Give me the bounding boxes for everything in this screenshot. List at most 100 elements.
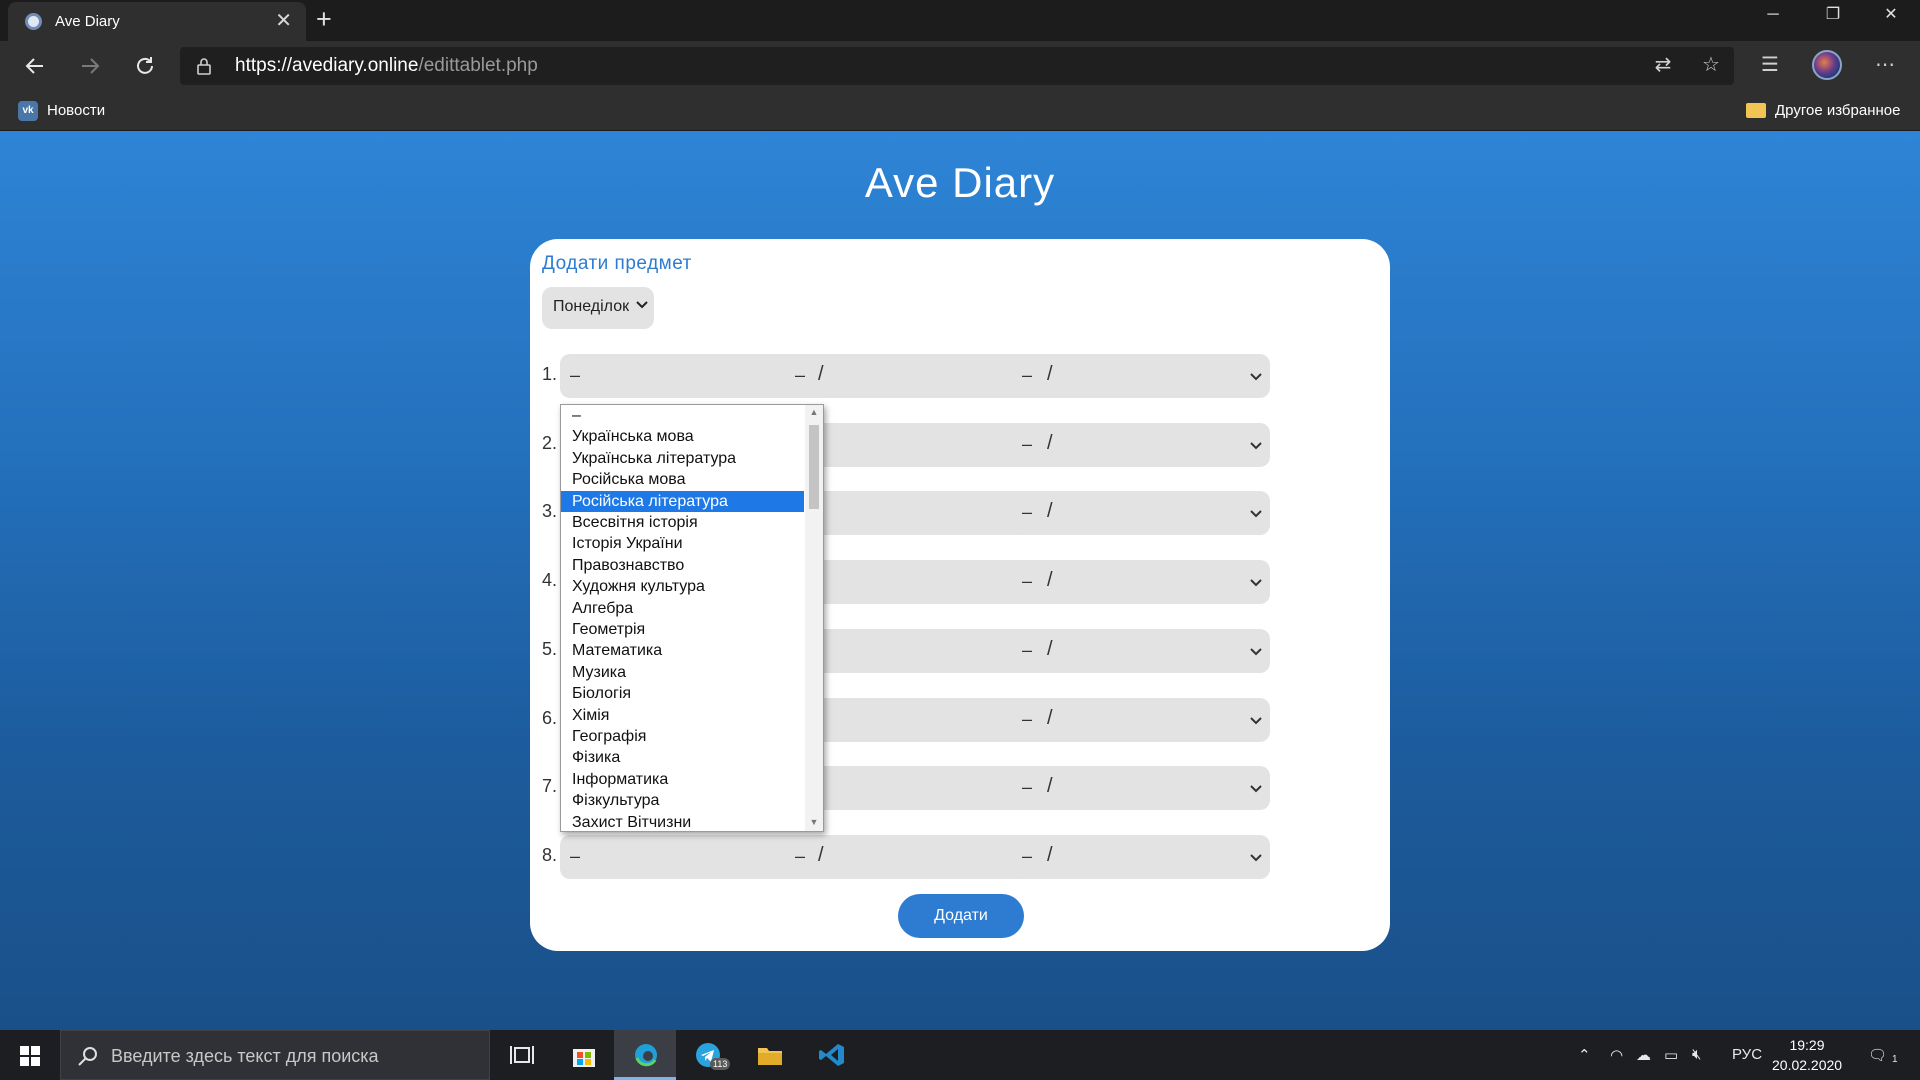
minimize-button[interactable]: ─ xyxy=(1744,0,1802,30)
lock-icon xyxy=(197,58,211,75)
dropdown-option[interactable]: Геометрія xyxy=(561,619,804,640)
browser-tab[interactable]: Ave Diary ✕ xyxy=(8,2,306,41)
favorites-list-icon[interactable]: ☰ xyxy=(1755,53,1785,77)
profile-avatar[interactable] xyxy=(1812,50,1842,80)
telegram-app-button[interactable]: 113 xyxy=(676,1030,738,1080)
restore-button[interactable]: ❐ xyxy=(1804,0,1862,30)
notifications-icon[interactable]: 🗨︎ xyxy=(1868,1046,1887,1064)
dropdown-option[interactable]: Музика xyxy=(561,662,804,683)
favorite-star-icon[interactable]: ☆ xyxy=(1696,53,1726,77)
slash-separator: / xyxy=(1047,775,1053,798)
telegram-badge: 113 xyxy=(710,1058,731,1070)
taskbar-search-box[interactable]: Введите здесь текст для поиска xyxy=(60,1030,490,1080)
chevron-down-icon xyxy=(1250,373,1262,381)
tab-close-icon[interactable]: ✕ xyxy=(275,9,292,33)
vscode-app-button[interactable] xyxy=(800,1030,862,1080)
day-select-value: Понеділок xyxy=(553,298,630,315)
add-button[interactable]: Додати xyxy=(898,894,1024,938)
slash-separator: / xyxy=(818,843,824,866)
chevron-down-icon xyxy=(1250,579,1262,587)
url-path: /edittablet.php xyxy=(418,55,538,76)
subject-dropdown-list[interactable]: – Українська мова Українська література Рос… xyxy=(560,404,824,832)
volume-muted-icon[interactable]: 🔇︎ xyxy=(1692,1046,1701,1063)
slash-separator: / xyxy=(1047,363,1053,385)
other-bookmarks[interactable]: Другое избранное xyxy=(1775,102,1900,119)
battery-icon[interactable]: ▭ xyxy=(1664,1046,1678,1064)
chevron-down-icon xyxy=(1250,785,1262,793)
windows-taskbar: Введите здесь текст для поиска 113 ⌃ ◠ ☁… xyxy=(0,1030,1920,1080)
clock-date: 20.02.2020 xyxy=(1772,1057,1843,1073)
browser-title-bar: Ave Diary ✕ + ─ ❐ ✕ xyxy=(0,0,1920,41)
dropdown-option[interactable]: Правознавство xyxy=(561,555,804,576)
notification-count: 1 xyxy=(1892,1054,1898,1065)
wifi-icon[interactable]: ◠ xyxy=(1610,1046,1623,1064)
dropdown-option[interactable]: Хімія xyxy=(561,705,804,726)
chevron-down-icon xyxy=(1250,441,1262,450)
tab-title: Ave Diary xyxy=(55,13,120,30)
forward-button[interactable] xyxy=(73,50,107,82)
select-value: – xyxy=(1022,639,1033,660)
site-title: Ave Diary xyxy=(864,159,1056,206)
select-value: – xyxy=(1022,777,1033,798)
dropdown-option[interactable]: Українська мова xyxy=(561,426,804,447)
vscode-icon xyxy=(819,1044,844,1066)
dropdown-option[interactable]: Художня культура xyxy=(561,576,804,597)
slash-separator: / xyxy=(1047,706,1053,729)
subject-select-row8-col1[interactable]: – xyxy=(560,834,818,879)
address-bar-row: https://avediary.online/edittablet.php ⇄… xyxy=(0,41,1920,91)
dropdown-option[interactable]: – xyxy=(561,405,804,426)
chevron-down-icon xyxy=(1250,510,1262,518)
scrollbar-thumb[interactable] xyxy=(809,425,819,509)
chevron-down-icon xyxy=(1250,716,1262,724)
dropdown-option[interactable]: Інформатика xyxy=(561,769,804,790)
select-value: – xyxy=(1022,571,1033,592)
dropdown-option[interactable]: Математика xyxy=(561,640,804,661)
chevron-down-icon xyxy=(636,301,648,309)
onedrive-cloud-icon[interactable]: ☁ xyxy=(1636,1046,1651,1064)
more-options-icon[interactable]: ⋯ xyxy=(1870,53,1900,77)
back-button[interactable] xyxy=(18,50,52,82)
subject-select-row1-col1[interactable]: – xyxy=(560,354,818,398)
select-value: – xyxy=(795,845,806,866)
chevron-down-icon xyxy=(1250,648,1262,656)
dropdown-option[interactable]: Захист Вітчизни xyxy=(561,812,804,831)
system-clock[interactable]: 19:29 20.02.2020 xyxy=(1772,1035,1842,1075)
dropdown-option[interactable]: Російська література xyxy=(561,490,804,512)
slash-separator: / xyxy=(818,363,824,385)
dropdown-option[interactable]: Фізика xyxy=(561,747,804,768)
tray-chevron-up-icon[interactable]: ⌃ xyxy=(1578,1046,1591,1064)
search-placeholder: Введите здесь текст для поиска xyxy=(111,1046,379,1066)
input-language[interactable]: РУС xyxy=(1732,1046,1762,1063)
scroll-up-icon[interactable]: ▲ xyxy=(805,407,823,417)
edge-app-button[interactable] xyxy=(614,1030,676,1080)
folder-icon xyxy=(758,1048,782,1065)
dropdown-option[interactable]: Алгебра xyxy=(561,598,804,619)
translate-icon[interactable]: ⇄ xyxy=(1648,53,1678,77)
arrow-right-icon xyxy=(82,58,100,74)
dropdown-option[interactable]: Російська мова xyxy=(561,469,804,490)
slash-separator: / xyxy=(1047,500,1053,523)
dropdown-option[interactable]: Всесвітня історія xyxy=(561,512,804,533)
windows-start-icon[interactable] xyxy=(20,1046,40,1066)
dropdown-option[interactable]: Історія України xyxy=(561,533,804,554)
task-view-button[interactable] xyxy=(490,1030,552,1080)
url-field[interactable]: https://avediary.online/edittablet.php xyxy=(180,47,1734,85)
day-select[interactable]: Понеділок xyxy=(542,287,654,329)
store-app-button[interactable] xyxy=(552,1030,614,1080)
scroll-down-icon[interactable]: ▼ xyxy=(805,817,823,827)
dropdown-option[interactable]: Фізкультура xyxy=(561,790,804,811)
bookmark-novosti[interactable]: Новости xyxy=(47,102,105,119)
refresh-button[interactable] xyxy=(128,50,162,82)
dropdown-scrollbar[interactable]: ▲ ▼ xyxy=(805,405,823,831)
window-close-button[interactable]: ✕ xyxy=(1862,0,1920,30)
dropdown-option[interactable]: Біологія xyxy=(561,683,804,704)
select-value: – xyxy=(1022,708,1033,729)
card-heading: Додати предмет xyxy=(542,253,692,274)
slash-separator: / xyxy=(1047,569,1053,592)
dropdown-option[interactable]: Географія xyxy=(561,726,804,747)
file-explorer-button[interactable] xyxy=(738,1030,800,1080)
new-tab-button[interactable]: + xyxy=(316,4,332,34)
dropdown-option[interactable]: Українська література xyxy=(561,448,804,469)
refresh-icon xyxy=(137,57,153,74)
slash-separator: / xyxy=(1047,843,1053,866)
